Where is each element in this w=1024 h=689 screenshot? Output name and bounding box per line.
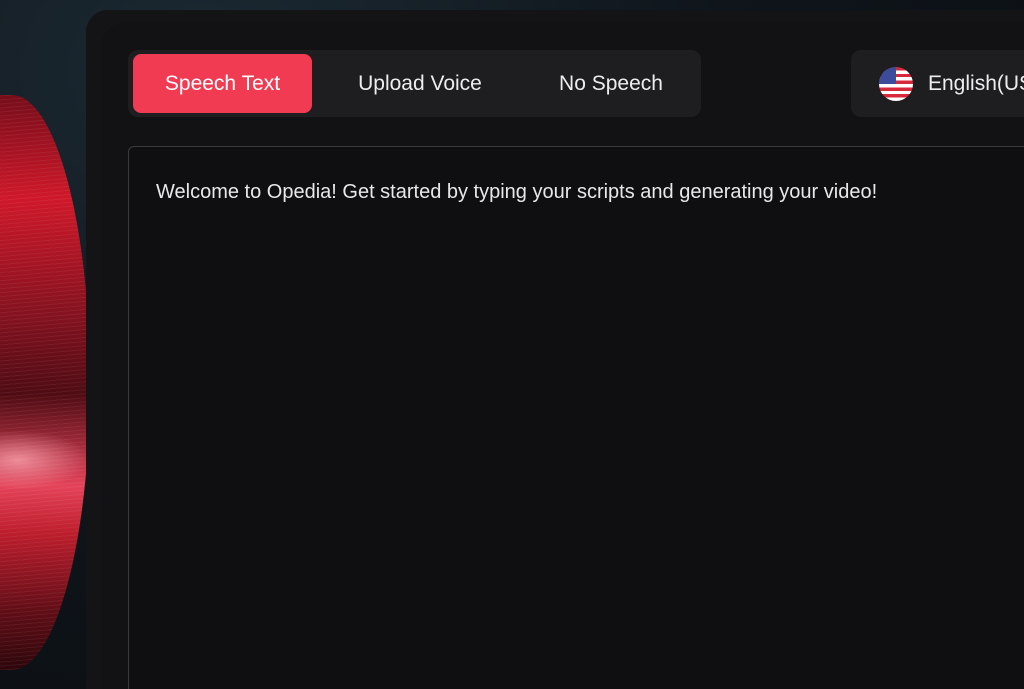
tab-upload-voice[interactable]: Upload Voice <box>312 54 528 113</box>
tab-speech-text[interactable]: Speech Text <box>133 54 312 113</box>
app-window: Speech Text Upload Voice No Speech Engli… <box>0 0 1024 689</box>
speech-mode-tabs: Speech Text Upload Voice No Speech <box>128 50 701 117</box>
script-text: Welcome to Opedia! Get started by typing… <box>156 181 878 203</box>
tab-no-speech[interactable]: No Speech <box>528 54 694 113</box>
script-text-area[interactable]: Welcome to Opedia! Get started by typing… <box>128 146 1024 689</box>
us-flag-icon <box>879 66 913 101</box>
decorative-swirl-graphic <box>0 95 90 670</box>
language-selector[interactable]: English(US <box>851 50 1024 117</box>
language-label: English(US <box>928 71 1024 95</box>
decorative-glow <box>0 430 90 490</box>
